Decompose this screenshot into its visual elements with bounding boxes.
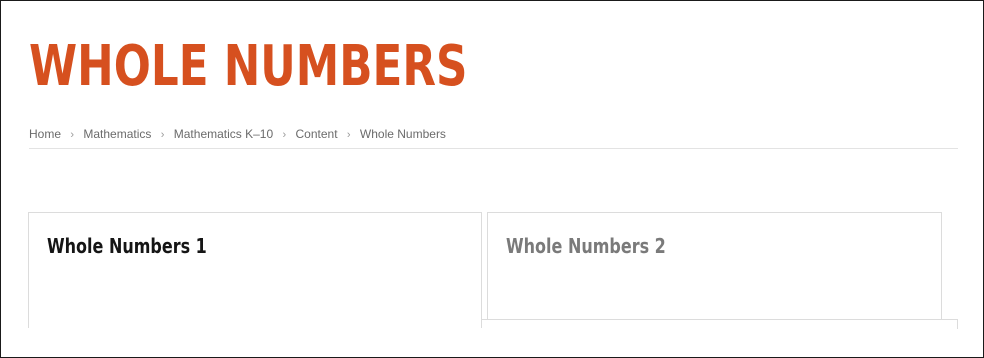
breadcrumb-separator: › (282, 129, 287, 141)
tab-whole-numbers-2[interactable]: Whole Numbers 2 (487, 212, 942, 320)
tab-whole-numbers-1[interactable]: Whole Numbers 1 (28, 212, 482, 328)
breadcrumb-item-mathematics[interactable]: Mathematics (83, 127, 151, 141)
breadcrumb: Home › Mathematics › Mathematics K–10 › … (29, 127, 446, 141)
breadcrumb-item-home[interactable]: Home (29, 127, 61, 141)
tab-panel-border (957, 319, 958, 329)
breadcrumb-separator: › (346, 129, 351, 141)
tab-label: Whole Numbers 2 (506, 234, 666, 258)
breadcrumb-divider (29, 148, 958, 149)
breadcrumb-item-content[interactable]: Content (296, 127, 338, 141)
breadcrumb-separator: › (160, 129, 165, 141)
breadcrumb-item-current: Whole Numbers (359, 127, 446, 141)
page-title: WHOLE NUMBERS (29, 34, 468, 99)
breadcrumb-separator: › (70, 129, 75, 141)
tab-label: Whole Numbers 1 (47, 234, 207, 258)
breadcrumb-item-mathematics-k10[interactable]: Mathematics K–10 (174, 127, 273, 141)
tab-panel-border (482, 319, 958, 320)
page-frame: WHOLE NUMBERS Home › Mathematics › Mathe… (0, 0, 984, 358)
